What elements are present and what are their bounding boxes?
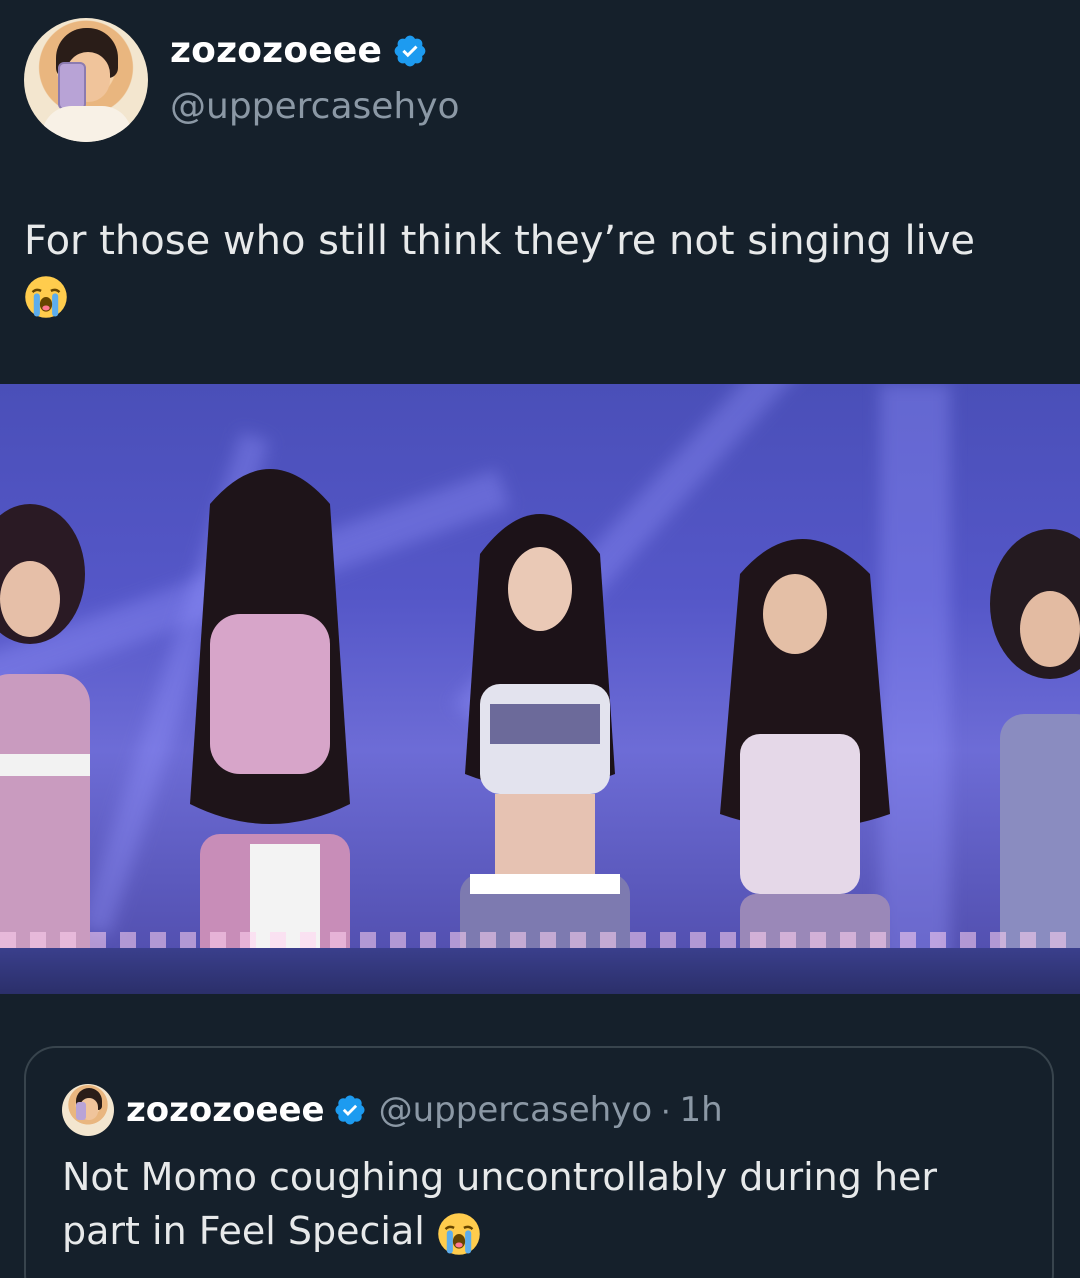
loudly-crying-face-icon	[25, 276, 67, 318]
performer-figure	[720, 539, 890, 994]
tweet-header: zozozoeee @uppercasehyo	[0, 0, 1080, 160]
quoted-tweet-text: Not Momo coughing uncontrollably during …	[62, 1150, 1022, 1258]
author-avatar[interactable]	[24, 18, 148, 142]
verified-badge-icon	[335, 1095, 365, 1125]
tweet-detail-page: zozozoeee @uppercasehyo For those who st…	[0, 0, 1080, 1278]
author-name-row[interactable]: zozozoeee	[170, 30, 428, 71]
separator-dot: ·	[660, 1090, 672, 1129]
tweet-text: For those who still think they’re not si…	[24, 214, 1044, 322]
verified-badge-icon	[394, 35, 426, 66]
quoted-tweet-header: zozozoeee @uppercasehyo · 1h	[62, 1084, 723, 1136]
quoted-author-display-name[interactable]: zozozoeee	[126, 1090, 325, 1130]
tweet-text-content: For those who still think they’re not si…	[24, 218, 976, 264]
performer-figure	[0, 504, 90, 994]
quoted-tweet-card[interactable]: zozozoeee @uppercasehyo · 1h Not Momo co…	[24, 1046, 1054, 1278]
performer-figure	[460, 514, 630, 994]
quoted-author-handle[interactable]: @uppercasehyo	[379, 1090, 653, 1130]
tweet-video[interactable]	[0, 384, 1080, 994]
quoted-tweet-text-content: Not Momo coughing uncontrollably during …	[62, 1155, 938, 1253]
stage-floor	[0, 948, 1080, 994]
author-handle[interactable]: @uppercasehyo	[170, 86, 460, 127]
loudly-crying-face-icon	[438, 1212, 480, 1255]
performer-figure	[990, 529, 1080, 994]
quoted-author-avatar[interactable]	[62, 1084, 114, 1136]
performer-figure	[190, 469, 350, 994]
quoted-tweet-timestamp[interactable]: 1h	[679, 1090, 722, 1130]
author-display-name[interactable]: zozozoeee	[170, 30, 382, 71]
